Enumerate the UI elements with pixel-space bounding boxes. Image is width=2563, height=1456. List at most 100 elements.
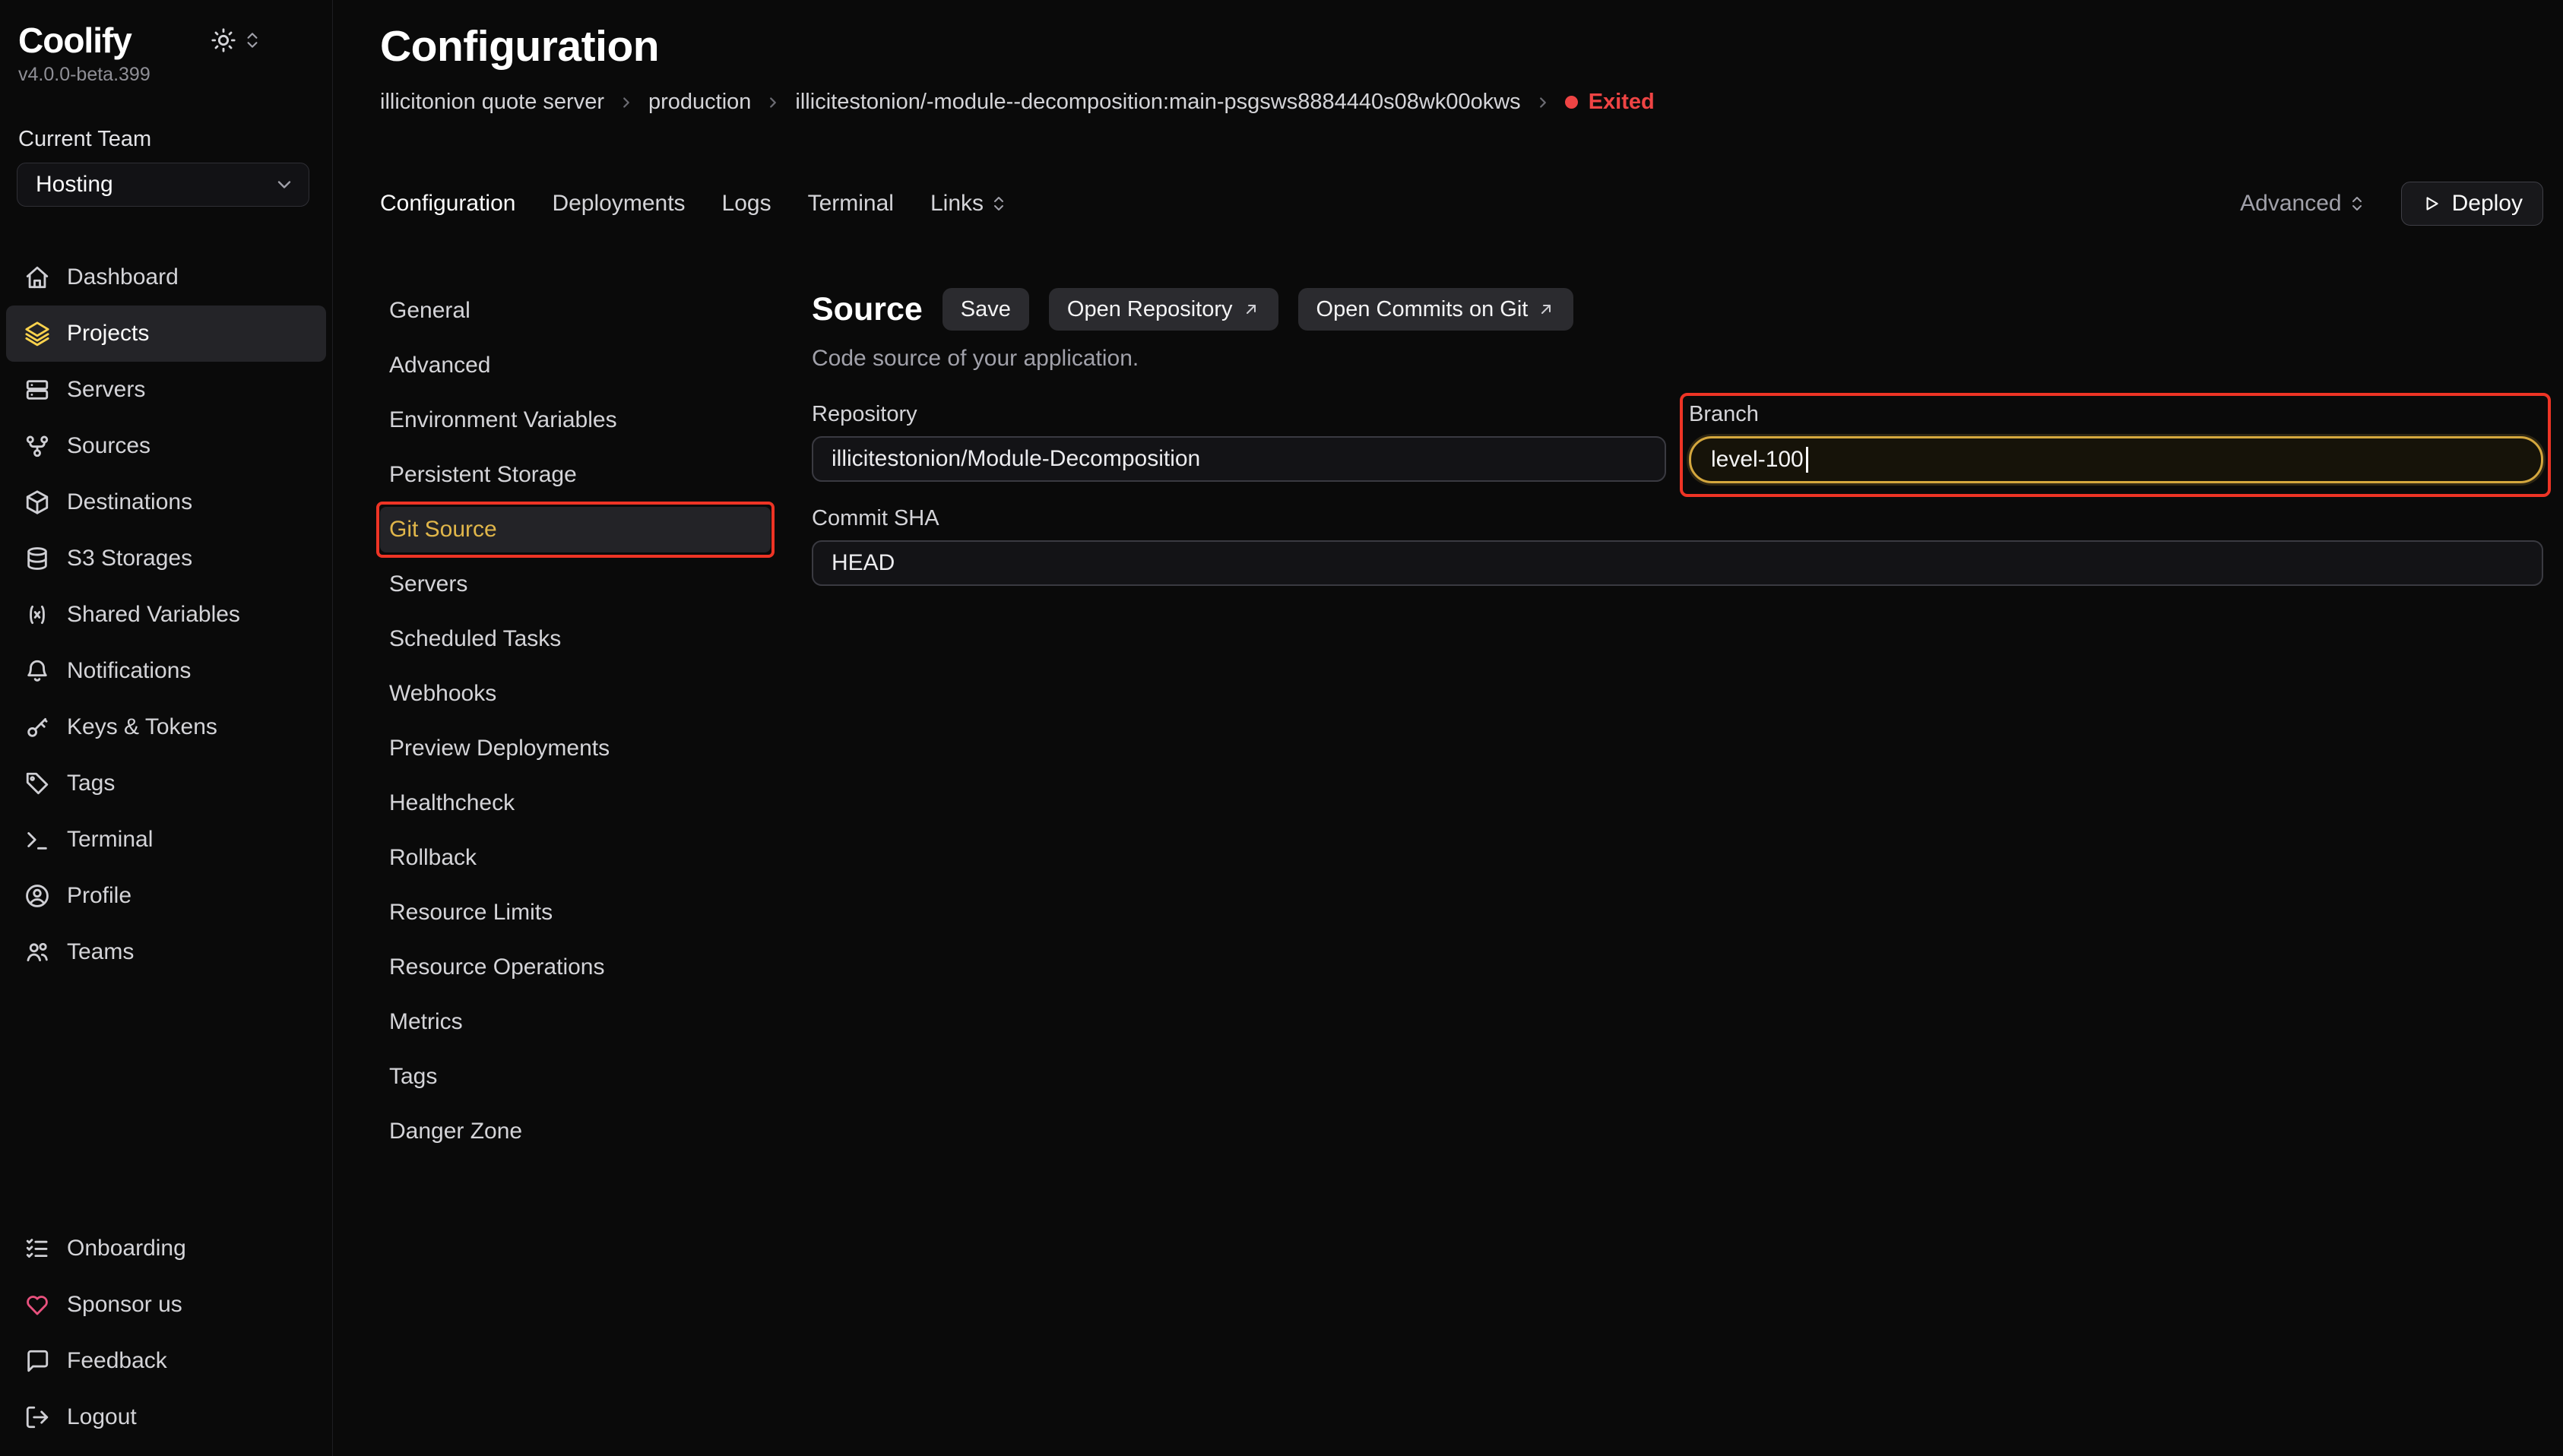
submenu-item-preview-deployments[interactable]: Preview Deployments <box>380 726 771 771</box>
chevron-right-icon <box>618 94 635 111</box>
breadcrumb-application[interactable]: illicitestonion/-module--decomposition:m… <box>795 90 1520 115</box>
sidebar-item-s3-storages[interactable]: S3 Storages <box>6 530 326 587</box>
status-label: Exited <box>1589 90 1655 115</box>
tabs: Configuration Deployments Logs Terminal … <box>380 191 1008 217</box>
sidebar-item-feedback[interactable]: Feedback <box>6 1333 326 1389</box>
submenu-item-general[interactable]: General <box>380 288 771 334</box>
sidebar-item-sponsor-us[interactable]: Sponsor us <box>6 1277 326 1333</box>
source-heading-row: Source Save Open Repository Open Commits… <box>812 288 2543 331</box>
chevrons-up-down-icon <box>242 30 262 50</box>
team-select-value: Hosting <box>36 172 113 198</box>
submenu-item-scheduled-tasks[interactable]: Scheduled Tasks <box>380 616 771 662</box>
submenu-item-persistent-storage[interactable]: Persistent Storage <box>380 452 771 498</box>
repository-input[interactable] <box>812 436 1666 482</box>
open-commits-button[interactable]: Open Commits on Git <box>1298 288 1574 331</box>
logout-icon <box>24 1404 50 1430</box>
sidebar-item-label: Destinations <box>67 489 192 515</box>
sidebar-item-label: Notifications <box>67 658 191 684</box>
app-root: Coolify v4.0.0-beta.399 Current Team Hos… <box>0 0 2563 1456</box>
checklist-icon <box>24 1236 50 1261</box>
save-button[interactable]: Save <box>943 288 1029 331</box>
git-source-panel: Source Save Open Repository Open Commits… <box>812 288 2543 1456</box>
breadcrumb-project[interactable]: illicitonion quote server <box>380 90 604 115</box>
sidebar-item-keys-tokens[interactable]: Keys & Tokens <box>6 699 326 755</box>
tab-logs[interactable]: Logs <box>722 191 771 217</box>
git-fork-icon <box>24 433 50 459</box>
commit-sha-input[interactable] <box>812 540 2543 586</box>
sidebar-item-servers[interactable]: Servers <box>6 362 326 418</box>
variable-icon <box>24 602 50 628</box>
sidebar-footer-nav: Onboarding Sponsor us Feedback Logout <box>0 1220 332 1445</box>
submenu-item-rollback[interactable]: Rollback <box>380 835 771 881</box>
branch-input[interactable]: level-100 <box>1689 436 2543 483</box>
sidebar-item-label: Teams <box>67 939 134 965</box>
sidebar-item-label: Dashboard <box>67 264 179 290</box>
sidebar-item-logout[interactable]: Logout <box>6 1389 326 1445</box>
open-repository-button[interactable]: Open Repository <box>1049 288 1278 331</box>
submenu-item-tags[interactable]: Tags <box>380 1054 771 1100</box>
sidebar: Coolify v4.0.0-beta.399 Current Team Hos… <box>0 0 333 1456</box>
tab-configuration[interactable]: Configuration <box>380 191 515 217</box>
sidebar-item-sources[interactable]: Sources <box>6 418 326 474</box>
repository-field: Repository <box>812 402 1666 483</box>
sidebar-item-label: Sources <box>67 433 150 459</box>
status-badge: Exited <box>1565 90 1655 115</box>
package-icon <box>24 489 50 515</box>
submenu-item-resource-operations[interactable]: Resource Operations <box>380 945 771 990</box>
arrow-up-right-icon <box>1537 300 1555 318</box>
sidebar-item-label: Servers <box>67 377 145 403</box>
main-content: Configuration illicitonion quote server … <box>333 0 2563 1456</box>
repository-label: Repository <box>812 402 1666 427</box>
sidebar-item-label: Logout <box>67 1404 137 1430</box>
terminal-icon <box>24 827 50 853</box>
status-dot-icon <box>1565 96 1578 109</box>
theme-selector[interactable] <box>211 27 262 53</box>
app-version: v4.0.0-beta.399 <box>0 61 332 86</box>
settings-submenu: General Advanced Environment Variables P… <box>380 288 771 1456</box>
submenu-item-environment-variables[interactable]: Environment Variables <box>380 397 771 443</box>
home-icon <box>24 264 50 290</box>
users-icon <box>24 939 50 965</box>
sidebar-item-onboarding[interactable]: Onboarding <box>6 1220 326 1277</box>
sidebar-item-notifications[interactable]: Notifications <box>6 643 326 699</box>
tab-deployments[interactable]: Deployments <box>552 191 685 217</box>
sidebar-item-tags[interactable]: Tags <box>6 755 326 812</box>
deploy-button[interactable]: Deploy <box>2401 182 2543 226</box>
tab-terminal[interactable]: Terminal <box>808 191 894 217</box>
submenu-item-label: Git Source <box>389 517 497 543</box>
submenu-item-healthcheck[interactable]: Healthcheck <box>380 780 771 826</box>
submenu-item-git-source[interactable]: Git Source <box>380 507 771 552</box>
submenu-item-servers[interactable]: Servers <box>380 562 771 607</box>
sidebar-item-dashboard[interactable]: Dashboard <box>6 249 326 305</box>
sidebar-item-destinations[interactable]: Destinations <box>6 474 326 530</box>
deploy-label: Deploy <box>2452 191 2523 217</box>
logo-row: Coolify <box>0 20 332 61</box>
sidebar-item-label: Tags <box>67 771 115 796</box>
submenu-item-webhooks[interactable]: Webhooks <box>380 671 771 717</box>
sidebar-item-terminal[interactable]: Terminal <box>6 812 326 868</box>
sidebar-item-teams[interactable]: Teams <box>6 924 326 980</box>
user-circle-icon <box>24 883 50 909</box>
sidebar-item-label: Projects <box>67 321 149 347</box>
advanced-menu[interactable]: Advanced <box>2240 191 2365 217</box>
sidebar-item-projects[interactable]: Projects <box>6 305 326 362</box>
app-logo: Coolify <box>18 20 131 61</box>
configuration-content: General Advanced Environment Variables P… <box>380 288 2543 1456</box>
submenu-item-metrics[interactable]: Metrics <box>380 999 771 1045</box>
sidebar-item-profile[interactable]: Profile <box>6 868 326 924</box>
branch-value: level-100 <box>1711 447 1804 473</box>
server-icon <box>24 377 50 403</box>
commit-sha-label: Commit SHA <box>812 506 2543 531</box>
tab-links[interactable]: Links <box>930 191 1008 217</box>
submenu-item-advanced[interactable]: Advanced <box>380 343 771 388</box>
text-cursor <box>1806 447 1808 473</box>
advanced-label: Advanced <box>2240 191 2341 217</box>
sidebar-item-shared-variables[interactable]: Shared Variables <box>6 587 326 643</box>
submenu-item-danger-zone[interactable]: Danger Zone <box>380 1109 771 1154</box>
commit-sha-field: Commit SHA <box>812 506 2543 586</box>
sidebar-item-label: Keys & Tokens <box>67 714 217 740</box>
team-select[interactable]: Hosting <box>17 163 309 207</box>
sidebar-nav: Dashboard Projects Servers Sources Desti… <box>0 249 332 980</box>
breadcrumb-environment[interactable]: production <box>648 90 751 115</box>
submenu-item-resource-limits[interactable]: Resource Limits <box>380 890 771 935</box>
